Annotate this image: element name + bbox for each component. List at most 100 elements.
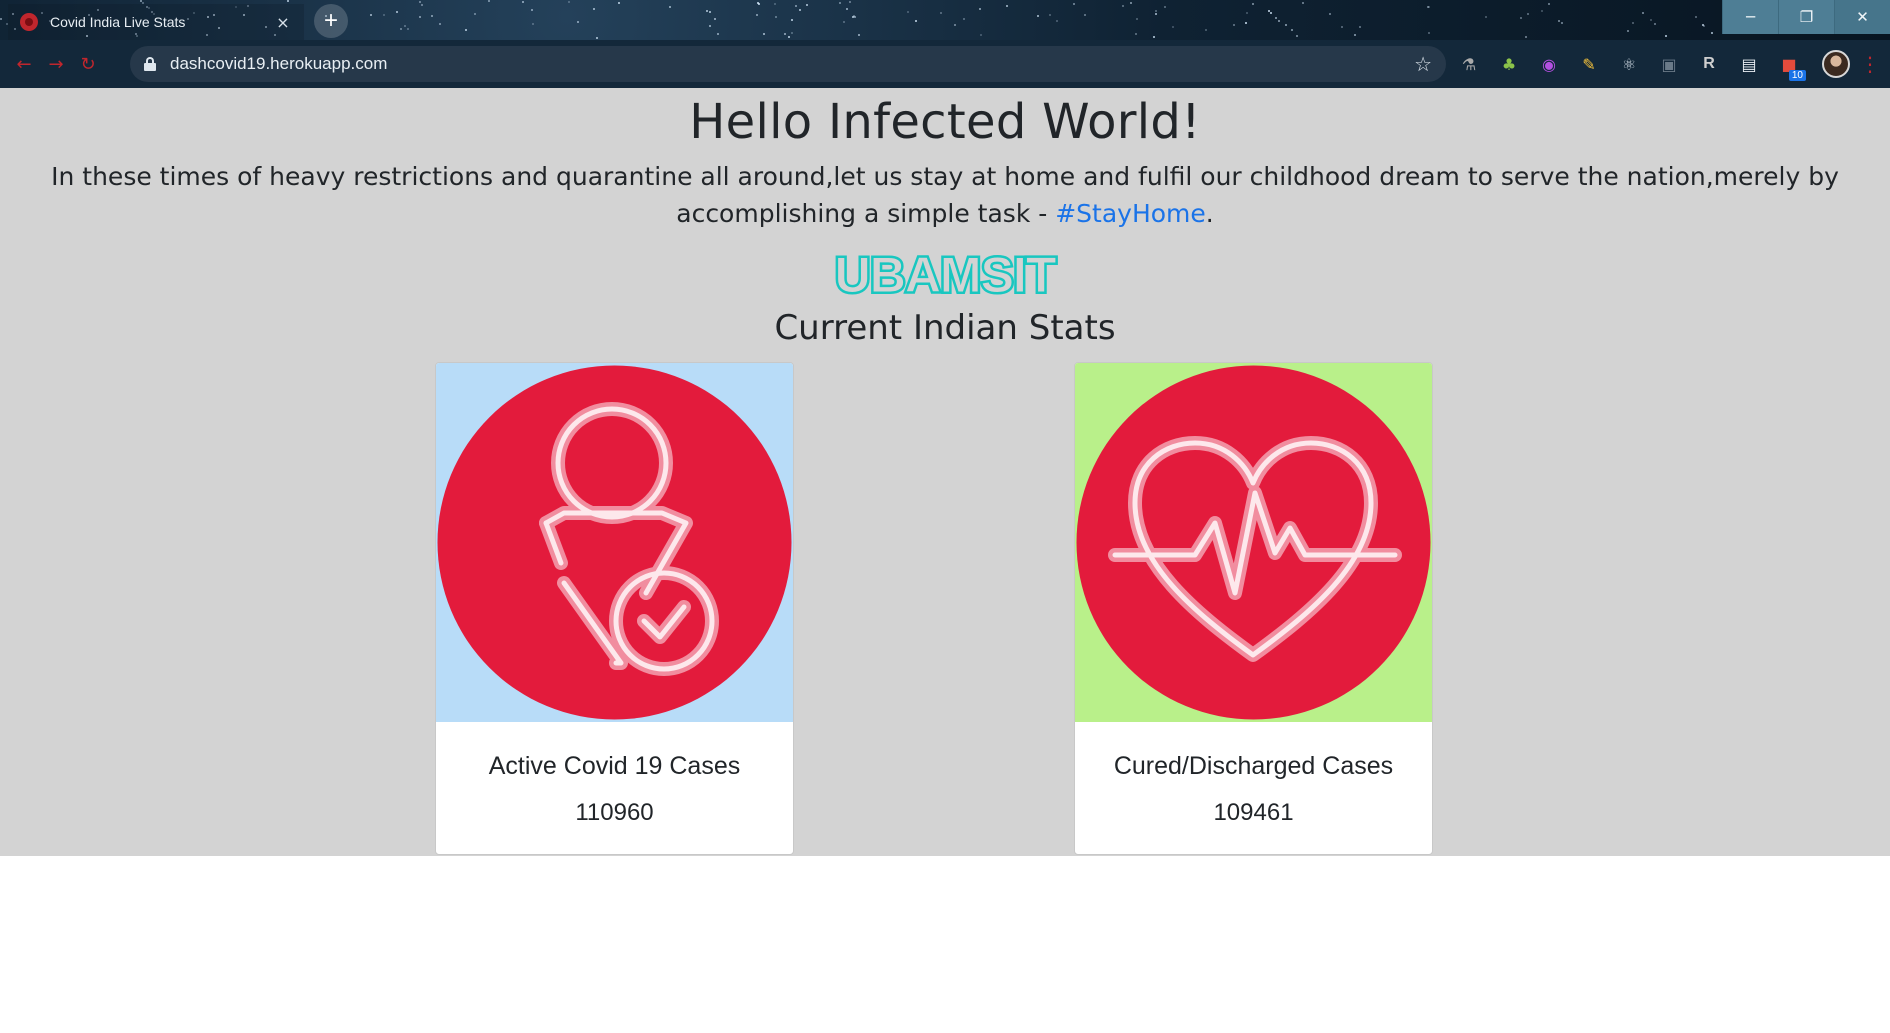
decorative-star bbox=[370, 14, 372, 16]
decorative-star bbox=[669, 6, 671, 8]
decorative-star bbox=[1427, 6, 1429, 8]
decorative-star bbox=[709, 25, 711, 27]
react-icon[interactable]: ⚛ bbox=[1614, 49, 1644, 79]
decorative-star bbox=[419, 16, 421, 18]
purple-extension-icon[interactable]: ◉ bbox=[1534, 49, 1564, 79]
decorative-star bbox=[1341, 26, 1343, 28]
decorative-star bbox=[774, 3, 776, 5]
decorative-star bbox=[963, 18, 965, 20]
decorative-star bbox=[419, 1, 421, 3]
intro-paragraph: In these times of heavy restrictions and… bbox=[0, 158, 1890, 232]
decorative-star bbox=[788, 36, 790, 38]
r-extension-icon[interactable]: R bbox=[1694, 49, 1724, 79]
minimize-button[interactable]: ─ bbox=[1722, 0, 1778, 34]
decorative-star bbox=[1428, 32, 1430, 34]
intro-end: . bbox=[1205, 199, 1214, 228]
tool-icon[interactable]: ⚗ bbox=[1454, 49, 1484, 79]
decorative-star bbox=[532, 23, 534, 25]
decorative-star bbox=[1296, 35, 1298, 37]
avatar[interactable] bbox=[1822, 50, 1850, 78]
extensions-tray: ⚗ ♣ ◉ ✎ ⚛ ▣ R ▤ ■ 10 ⋮ bbox=[1454, 48, 1880, 81]
decorative-star bbox=[1632, 22, 1634, 24]
decorative-star bbox=[1233, 24, 1235, 26]
badge-extension-icon[interactable]: ■ 10 bbox=[1774, 49, 1806, 81]
decorative-star bbox=[1155, 10, 1157, 12]
menu-kebab-icon[interactable]: ⋮ bbox=[1860, 52, 1880, 76]
new-tab-button[interactable]: + bbox=[314, 4, 348, 38]
browser-tab[interactable]: Covid India Live Stats × bbox=[8, 4, 304, 40]
card-image bbox=[436, 363, 793, 722]
decorative-star bbox=[979, 8, 981, 10]
decorative-star bbox=[396, 11, 398, 13]
forward-arrow-icon[interactable]: → bbox=[40, 48, 72, 80]
decorative-star bbox=[1136, 18, 1138, 20]
restore-button[interactable]: ❐ bbox=[1778, 0, 1834, 34]
decorative-star bbox=[577, 21, 579, 23]
page-blank-area bbox=[0, 856, 1890, 1033]
decorative-star bbox=[1153, 36, 1155, 38]
card-image bbox=[1075, 363, 1432, 722]
cured-cases-card: Cured/Discharged Cases 109461 bbox=[1074, 362, 1433, 855]
card-value: 110960 bbox=[575, 799, 654, 826]
decorative-star bbox=[791, 19, 793, 21]
decorative-star bbox=[1525, 36, 1527, 38]
bookmark-star-icon[interactable]: ☆ bbox=[1414, 52, 1432, 77]
decorative-star bbox=[1291, 29, 1293, 31]
decorative-star bbox=[1711, 32, 1713, 34]
browser-toolbar: ← → ↻ dashcovid19.herokuapp.com ☆ ⚗ ♣ ◉ … bbox=[0, 40, 1890, 88]
url-text: dashcovid19.herokuapp.com bbox=[170, 54, 388, 73]
decorative-star bbox=[1135, 33, 1137, 35]
tree-icon[interactable]: ♣ bbox=[1494, 49, 1524, 79]
card-value: 109461 bbox=[1213, 799, 1294, 826]
decorative-star bbox=[1485, 16, 1487, 18]
decorative-star bbox=[1354, 34, 1356, 36]
decorative-star bbox=[1270, 12, 1272, 14]
ubamsit-logo: UBAMSIT UBAMSIT bbox=[833, 246, 1059, 300]
decorative-star bbox=[1164, 6, 1166, 8]
decorative-star bbox=[791, 32, 793, 34]
stack-icon[interactable]: ▤ bbox=[1734, 49, 1764, 79]
decorative-star bbox=[799, 9, 801, 11]
back-arrow-icon[interactable]: ← bbox=[8, 48, 40, 80]
screen-icon[interactable]: ▣ bbox=[1654, 49, 1684, 79]
decorative-star bbox=[465, 29, 467, 31]
decorative-star bbox=[474, 13, 476, 15]
decorative-star bbox=[907, 11, 909, 13]
stats-heading: Current Indian Stats bbox=[774, 308, 1116, 348]
decorative-star bbox=[404, 25, 406, 27]
decorative-star bbox=[1527, 13, 1529, 15]
stayhome-link[interactable]: #StayHome bbox=[1055, 199, 1206, 228]
decorative-star bbox=[1006, 5, 1008, 7]
close-tab-icon[interactable]: × bbox=[274, 13, 292, 32]
decorative-star bbox=[839, 2, 841, 4]
decorative-star bbox=[843, 21, 845, 23]
decorative-star bbox=[593, 8, 595, 10]
decorative-star bbox=[1359, 26, 1361, 28]
tab-bar: Covid India Live Stats × + ─ ❐ ✕ bbox=[0, 0, 1890, 40]
decorative-star bbox=[757, 2, 759, 4]
reload-icon[interactable]: ↻ bbox=[72, 48, 104, 80]
decorative-star bbox=[1246, 12, 1248, 14]
decorative-star bbox=[1329, 13, 1331, 15]
decorative-star bbox=[1056, 20, 1058, 22]
decorative-star bbox=[858, 34, 860, 36]
address-bar[interactable]: dashcovid19.herokuapp.com ☆ bbox=[130, 46, 1446, 82]
logo-container: UBAMSIT UBAMSIT bbox=[0, 246, 1890, 300]
decorative-star bbox=[596, 37, 598, 39]
decorative-star bbox=[915, 20, 917, 22]
close-window-button[interactable]: ✕ bbox=[1834, 0, 1890, 34]
decorative-star bbox=[1665, 35, 1667, 37]
decorative-star bbox=[568, 1, 570, 3]
decorative-star bbox=[1278, 20, 1280, 22]
decorative-star bbox=[1548, 3, 1550, 5]
intro-text: In these times of heavy restrictions and… bbox=[51, 162, 1839, 228]
active-cases-card: Active Covid 19 Cases 110960 bbox=[435, 362, 794, 855]
decorative-star bbox=[1520, 17, 1522, 19]
window-controls: ─ ❐ ✕ bbox=[1722, 0, 1890, 34]
decorative-star bbox=[407, 28, 409, 30]
decorative-star bbox=[1049, 14, 1051, 16]
decorative-star bbox=[488, 0, 490, 2]
decorative-star bbox=[846, 8, 848, 10]
pencil-icon[interactable]: ✎ bbox=[1574, 49, 1604, 79]
decorative-star bbox=[1650, 19, 1652, 21]
